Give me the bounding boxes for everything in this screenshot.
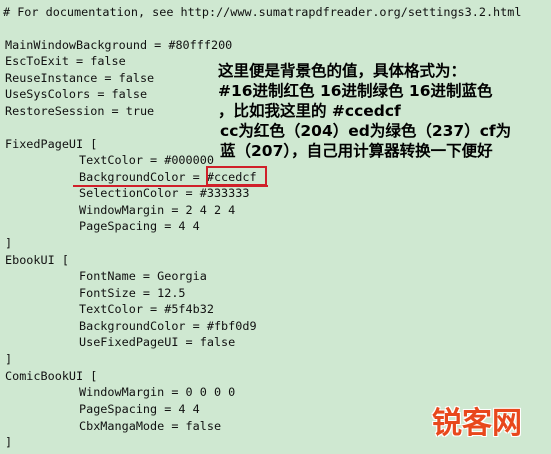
setting-line: TextColor = #000000 (79, 153, 214, 167)
setting-line: EscToExit = false (5, 54, 126, 68)
setting-line: WindowMargin = 0 0 0 0 (79, 385, 236, 399)
setting-line: FontSize = 12.5 (79, 286, 186, 300)
section-close: ] (5, 435, 13, 449)
highlight-underline (73, 185, 268, 187)
section-close: ] (5, 352, 13, 366)
annotation-line: #16进制红色 16进制绿色 16进制蓝色 (218, 82, 493, 100)
setting-key: BackgroundColor = (79, 170, 207, 184)
annotation-line: 蓝（207），自己用计算器转换一下便好 (220, 142, 493, 160)
setting-line: PageSpacing = 4 4 (79, 219, 200, 233)
comment-line: # For documentation, see http://www.suma… (3, 5, 522, 19)
setting-line: CbxMangaMode = false (79, 419, 222, 433)
setting-line: WindowMargin = 2 4 2 4 (79, 203, 236, 217)
setting-line: TextColor = #5f4b32 (79, 302, 214, 316)
setting-line: PageSpacing = 4 4 (79, 402, 200, 416)
setting-line: UseFixedPageUI = false (79, 335, 236, 349)
highlight-box (206, 166, 267, 186)
setting-line: BackgroundColor = #fbf0d9 (79, 319, 257, 333)
site-watermark: 锐客网 (432, 406, 522, 441)
section-close: ] (5, 236, 13, 250)
annotation-line: 这里便是背景色的值，具体格式为： (218, 62, 467, 80)
annotation-line: cc为红色（204）ed为绿色（237）cf为 (220, 122, 512, 140)
setting-line: SelectionColor = #333333 (79, 186, 250, 200)
setting-line: MainWindowBackground = #80fff200 (5, 38, 233, 52)
section-header: EbookUI [ (5, 253, 69, 267)
setting-line: ReuseInstance = false (5, 71, 155, 85)
setting-line: RestoreSession = true (5, 104, 155, 118)
section-header: ComicBookUI [ (5, 369, 98, 383)
settings-editor[interactable]: # For documentation, see http://www.suma… (0, 0, 551, 454)
setting-line: UseSysColors = false (5, 87, 148, 101)
annotation-line: ，比如我这里的 #ccedcf (218, 102, 401, 120)
setting-line: FontName = Georgia (79, 269, 207, 283)
section-header: FixedPageUI [ (5, 137, 98, 151)
